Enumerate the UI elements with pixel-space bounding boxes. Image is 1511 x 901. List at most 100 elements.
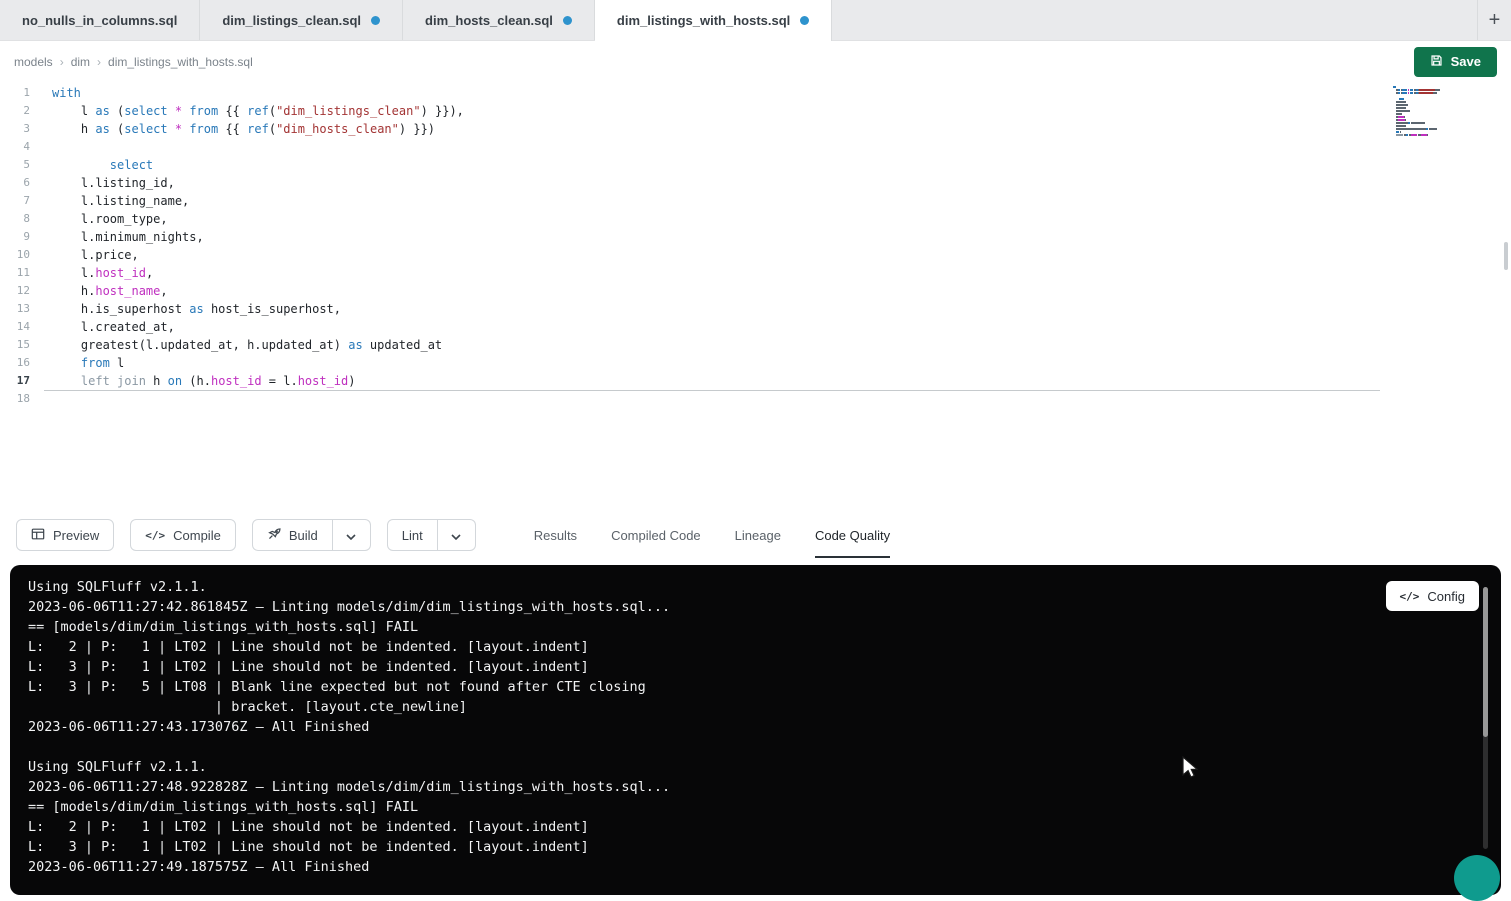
minimap-line [1393, 98, 1465, 100]
save-icon [1430, 54, 1443, 70]
code-text: l.price, [52, 246, 139, 264]
line-number: 17 [0, 372, 30, 390]
code-icon: </> [1400, 590, 1420, 603]
terminal-line: L: 3 | P: 1 | LT02 | Line should not be … [28, 657, 1483, 677]
code-text: h.is_superhost as host_is_superhost, [52, 300, 341, 318]
line-number: 12 [0, 282, 30, 300]
lint-button-group: Lint [387, 519, 476, 551]
action-bar: Preview </> Compile Build Lint [0, 505, 1511, 565]
code-line: 15 greatest(l.updated_at, h.updated_at) … [0, 336, 1511, 354]
terminal-line: L: 3 | P: 5 | LT08 | Blank line expected… [28, 677, 1483, 697]
preview-button[interactable]: Preview [16, 519, 114, 551]
terminal-line: L: 2 | P: 1 | LT02 | Line should not be … [28, 817, 1483, 837]
line-number: 7 [0, 192, 30, 210]
code-lines: 1with2 l as (select * from {{ ref("dim_l… [0, 82, 1511, 408]
minimap-line [1393, 95, 1465, 97]
lint-dropdown-button[interactable] [438, 519, 476, 551]
breadcrumb-item[interactable]: models [14, 55, 53, 69]
save-button[interactable]: Save [1414, 47, 1497, 77]
code-line: 6 l.listing_id, [0, 174, 1511, 192]
new-tab-button[interactable]: + [1477, 0, 1511, 40]
line-number: 2 [0, 102, 30, 120]
code-text: l.created_at, [52, 318, 175, 336]
unsaved-dot [563, 16, 572, 25]
code-text: select [52, 156, 153, 174]
line-number: 5 [0, 156, 30, 174]
minimap-line [1393, 137, 1465, 139]
minimap-line [1393, 116, 1465, 118]
chat-widget-button[interactable] [1454, 855, 1500, 901]
tab-label: dim_listings_clean.sql [222, 13, 361, 28]
terminal-line: == [models/dim/dim_listings_with_hosts.s… [28, 617, 1483, 637]
active-line-rule [44, 390, 1380, 391]
editor-tab[interactable]: dim_listings_with_hosts.sql [595, 0, 832, 41]
build-button-label: Build [289, 528, 318, 543]
line-number: 13 [0, 300, 30, 318]
config-button[interactable]: </> Config [1386, 581, 1479, 611]
minimap-line [1393, 92, 1465, 94]
lint-button-label: Lint [402, 528, 423, 543]
tab-label: dim_hosts_clean.sql [425, 13, 553, 28]
code-text: l as (select * from {{ ref("dim_listings… [52, 102, 464, 120]
terminal-line: 2023-06-06T11:27:43.173076Z — All Finish… [28, 717, 1483, 737]
minimap-line [1393, 107, 1465, 109]
terminal-line: == [models/dim/dim_listings_with_hosts.s… [28, 797, 1483, 817]
line-number: 16 [0, 354, 30, 372]
panel-tabs: Results Compiled Code Lineage Code Quality [534, 505, 890, 565]
code-line: 8 l.room_type, [0, 210, 1511, 228]
terminal-scrollbar-thumb[interactable] [1483, 587, 1488, 737]
compile-button[interactable]: </> Compile [130, 519, 236, 551]
code-text: l.room_type, [52, 210, 168, 228]
editor-scrollbar-thumb[interactable] [1504, 242, 1508, 270]
build-button[interactable]: Build [252, 519, 333, 551]
rocket-icon [267, 527, 281, 544]
terminal-line: Using SQLFluff v2.1.1. [28, 757, 1483, 777]
build-button-group: Build [252, 519, 371, 551]
code-text: with [52, 84, 81, 102]
code-line: 17 left join h on (h.host_id = l.host_id… [0, 372, 1511, 390]
code-text: greatest(l.updated_at, h.updated_at) as … [52, 336, 442, 354]
chevron-down-icon [346, 528, 356, 543]
editor-tab[interactable]: dim_listings_clean.sql [200, 0, 403, 40]
minimap-line [1393, 134, 1465, 136]
minimap-line [1393, 89, 1465, 91]
file-header-bar: models›dim›dim_listings_with_hosts.sql S… [0, 41, 1511, 82]
line-number: 14 [0, 318, 30, 336]
code-text: h.host_name, [52, 282, 168, 300]
build-dropdown-button[interactable] [333, 519, 371, 551]
minimap-line [1393, 86, 1465, 88]
code-line: 2 l as (select * from {{ ref("dim_listin… [0, 102, 1511, 120]
code-line: 13 h.is_superhost as host_is_superhost, [0, 300, 1511, 318]
code-text: l.listing_id, [52, 174, 175, 192]
terminal-line: 2023-06-06T11:27:42.861845Z — Linting mo… [28, 597, 1483, 617]
line-number: 9 [0, 228, 30, 246]
editor-minimap[interactable] [1393, 86, 1465, 140]
code-text: l.listing_name, [52, 192, 189, 210]
minimap-line [1393, 125, 1465, 127]
panel-tab-code-quality[interactable]: Code Quality [815, 514, 890, 558]
breadcrumb-item[interactable]: dim [71, 55, 90, 69]
code-text: l.minimum_nights, [52, 228, 204, 246]
breadcrumb-item[interactable]: dim_listings_with_hosts.sql [108, 55, 253, 69]
minimap-line [1393, 110, 1465, 112]
panel-tab-results[interactable]: Results [534, 514, 577, 558]
minimap-line [1393, 128, 1465, 130]
lint-button[interactable]: Lint [387, 519, 438, 551]
line-number: 10 [0, 246, 30, 264]
compile-button-label: Compile [173, 528, 221, 543]
code-line: 14 l.created_at, [0, 318, 1511, 336]
panel-tab-lineage[interactable]: Lineage [735, 514, 781, 558]
code-text: l.host_id, [52, 264, 153, 282]
line-number: 8 [0, 210, 30, 228]
code-line: 12 h.host_name, [0, 282, 1511, 300]
minimap-line [1393, 113, 1465, 115]
minimap-line [1393, 104, 1465, 106]
code-text: h as (select * from {{ ref("dim_hosts_cl… [52, 120, 435, 138]
code-line: 18 [0, 390, 1511, 408]
sql-code-editor[interactable]: 1with2 l as (select * from {{ ref("dim_l… [0, 82, 1511, 505]
panel-tab-compiled-code[interactable]: Compiled Code [611, 514, 701, 558]
code-icon: </> [145, 529, 165, 542]
editor-tab[interactable]: dim_hosts_clean.sql [403, 0, 595, 40]
code-text: from l [52, 354, 124, 372]
editor-tab[interactable]: no_nulls_in_columns.sql [0, 0, 200, 40]
